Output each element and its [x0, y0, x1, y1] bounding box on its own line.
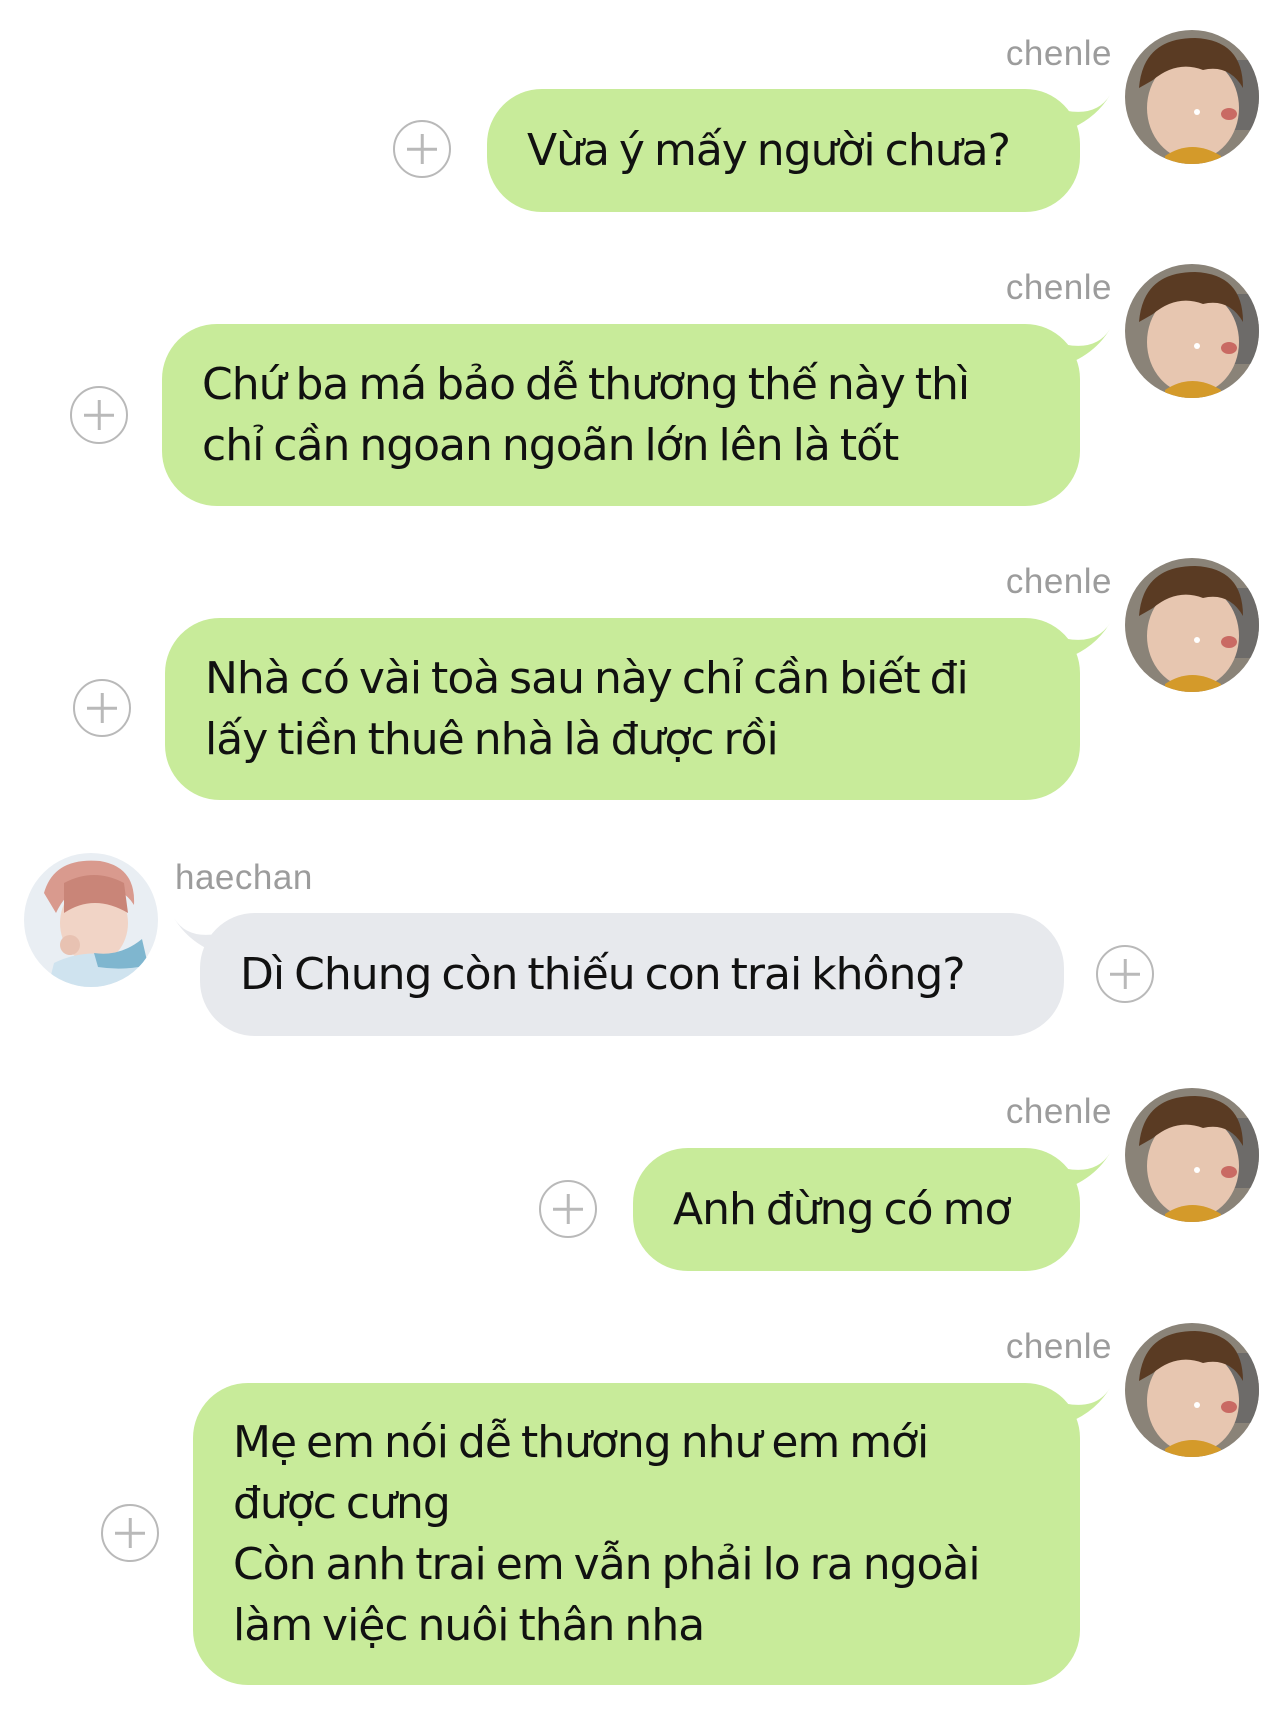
- message-bubble[interactable]: Mẹ em nói dễ thương như em mới được cưng…: [193, 1383, 1080, 1685]
- sender-name: chenle: [1005, 1327, 1112, 1366]
- avatar-chenle[interactable]: [1125, 1323, 1259, 1457]
- plus-circle-icon[interactable]: [101, 1504, 159, 1562]
- message-row: chenle Mẹ em nói dễ thương như em mới đư…: [0, 0, 1284, 1735]
